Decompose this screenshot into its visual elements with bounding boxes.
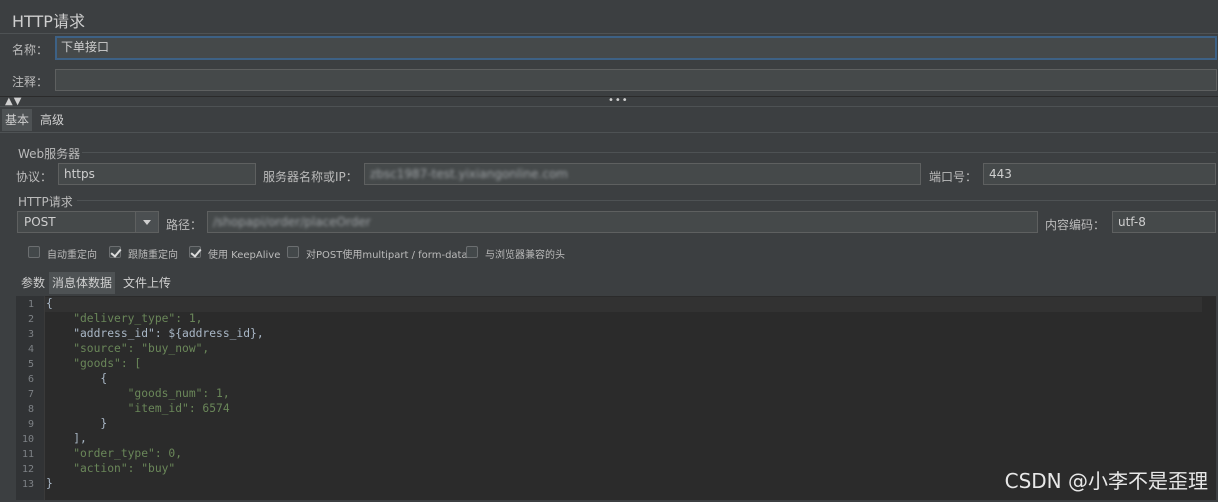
code-line: "item_id": 6574: [46, 402, 230, 415]
keepalive-checkbox[interactable]: [189, 246, 202, 258]
line-number: 5: [27, 359, 34, 370]
code-line: "source": "buy_now",: [46, 342, 210, 355]
comment-input[interactable]: [55, 69, 1217, 91]
server-input[interactable]: zbsc1987-test.yixiangonline.com: [364, 163, 921, 185]
code-line: "goods_num": 1,: [46, 387, 230, 400]
line-number: 2: [27, 314, 34, 325]
multipart-label: 对POST使用multipart / form-data: [306, 250, 468, 261]
line-number: 6: [27, 374, 34, 385]
protocol-input[interactable]: https: [58, 163, 256, 185]
name-label: 名称：: [12, 43, 49, 57]
line-number: 12: [21, 464, 34, 475]
line-number: 1: [27, 299, 34, 310]
encoding-label: 内容编码：: [1045, 218, 1106, 232]
title-divider: [0, 33, 1218, 34]
browser-compatible-headers-label: 与浏览器兼容的头: [485, 250, 565, 261]
multipart-checkbox[interactable]: [287, 246, 299, 258]
tabs-divider: [0, 132, 1218, 133]
tab-body-data[interactable]: 消息体数据: [49, 272, 116, 294]
method-value: POST: [24, 215, 56, 229]
check-icon: [190, 246, 202, 258]
splitter-bottom: [0, 106, 1218, 107]
keepalive-label: 使用 KeepAlive: [208, 250, 281, 261]
code-line: {: [46, 297, 53, 310]
path-value: /shopapi/order/placeOrder: [213, 215, 371, 229]
port-input[interactable]: 443: [983, 163, 1216, 185]
current-line-highlight: [45, 297, 1202, 312]
path-label: 路径：: [166, 218, 203, 232]
comment-label: 注释：: [12, 75, 49, 89]
server-label: 服务器名称或IP：: [263, 170, 358, 184]
window-title: HTTP请求: [12, 12, 85, 31]
check-icon: [110, 246, 122, 258]
method-dropdown-button[interactable]: [135, 212, 158, 232]
line-number: 11: [21, 449, 34, 460]
encoding-input[interactable]: utf-8: [1112, 211, 1216, 233]
follow-redirect-checkbox[interactable]: [109, 246, 122, 258]
line-number: 4: [27, 344, 34, 355]
http-request-section-title: HTTP请求: [18, 195, 73, 209]
http-request-section-line: [77, 200, 1216, 201]
code-line: "address_id": ${address_id},: [46, 327, 264, 340]
line-number: 10: [21, 434, 34, 445]
tab-advanced[interactable]: 高级: [37, 109, 67, 131]
web-server-section-line: [82, 152, 1216, 153]
chevron-down-icon: [143, 220, 151, 225]
line-number: 9: [27, 419, 34, 430]
tab-parameters[interactable]: 参数: [18, 272, 48, 294]
code-line: "delivery_type": 1,: [46, 312, 203, 325]
tab-basic[interactable]: 基本: [2, 109, 33, 131]
code-line: "goods": [: [46, 357, 142, 370]
code-line: "order_type": 0,: [46, 447, 183, 460]
server-value: zbsc1987-test.yixiangonline.com: [370, 167, 568, 181]
follow-redirect-label: 跟随重定向: [128, 250, 178, 261]
line-number: 13: [21, 479, 34, 490]
tab-file-upload[interactable]: 文件上传: [120, 272, 174, 294]
web-server-section-title: Web服务器: [18, 147, 81, 161]
path-input[interactable]: /shopapi/order/placeOrder: [207, 211, 1038, 233]
code-line: "action": "buy": [46, 462, 176, 475]
line-number: 7: [27, 389, 34, 400]
code-line: }: [46, 417, 108, 430]
line-number-gutter: 1 2 3 4 5 6 7 8 9 10 11 12 13: [16, 296, 45, 500]
name-input[interactable]: 下单接口: [55, 36, 1217, 60]
port-label: 端口号：: [929, 170, 978, 184]
method-select[interactable]: POST: [17, 211, 159, 233]
browser-compatible-headers-checkbox[interactable]: [466, 246, 478, 258]
watermark: CSDN @小李不是歪理: [1004, 469, 1208, 493]
auto-redirect-label: 自动重定向: [47, 250, 97, 261]
code-line: ],: [46, 432, 87, 445]
code-line: }: [46, 477, 53, 490]
auto-redirect-checkbox[interactable]: [28, 246, 40, 258]
line-number: 3: [27, 329, 34, 340]
code-line: {: [46, 372, 108, 385]
splitter-grip-icon[interactable]: •••: [608, 95, 629, 106]
protocol-label: 协议：: [16, 170, 53, 184]
line-number: 8: [27, 404, 34, 415]
